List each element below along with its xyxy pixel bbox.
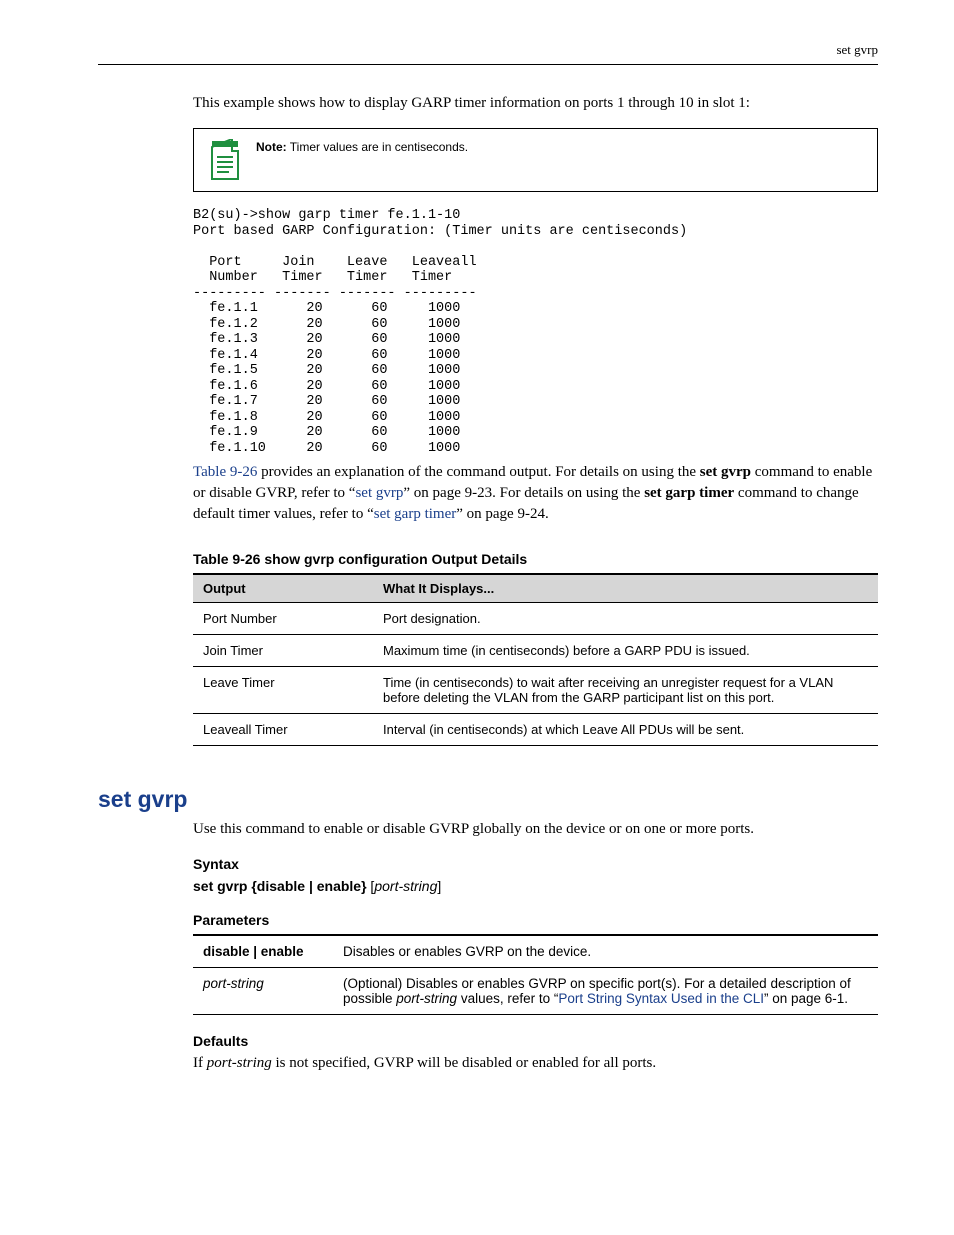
note-block: Note: Timer values are in centiseconds. [193,128,878,192]
output-table: Output What It Displays... Port NumberPo… [193,573,878,746]
defaults-paragraph: If port-string is not specified, GVRP wi… [193,1055,878,1072]
syntax-heading: Syntax [193,856,878,872]
defaults-heading: Defaults [193,1033,878,1049]
intro-paragraph: This example shows how to display GARP t… [193,93,878,114]
table-row: Leave TimerTime (in centiseconds) to wai… [193,667,878,714]
syntax-line: set gvrp {disable | enable} [port-string… [193,878,878,894]
section-heading-set-gvrp: set gvrp [98,786,878,813]
cli-output: B2(su)->show garp timer fe.1.1-10 Port b… [193,208,878,456]
table-header-output: Output [193,574,373,603]
page-header-right: set gvrp [98,42,878,58]
table-header-desc: What It Displays... [373,574,878,603]
table-row: Leaveall TimerInterval (in centiseconds)… [193,714,878,746]
table-title: Table 9-26 show gvrp configuration Outpu… [193,551,878,567]
link-set-garp-timer[interactable]: set garp timer [374,506,456,522]
param-row: disable | enable Disables or enables GVR… [193,935,878,968]
link-port-string-syntax[interactable]: Port String Syntax Used in the CLI [558,991,764,1006]
param-row: port-string (Optional) Disables or enabl… [193,968,878,1015]
after-code-paragraph: Table 9-26 provides an explanation of th… [193,462,878,525]
section-desc: Use this command to enable or disable GV… [193,821,878,838]
note-label: Note: [256,140,287,154]
note-icon [208,139,242,181]
parameters-heading: Parameters [193,912,878,928]
link-table-9-26[interactable]: Table 9-26 [193,464,257,480]
table-row: Join TimerMaximum time (in centiseconds)… [193,635,878,667]
note-text: Timer values are in centiseconds. [290,140,468,154]
link-set-gvrp[interactable]: set gvrp [355,485,403,501]
parameters-table: disable | enable Disables or enables GVR… [193,934,878,1015]
table-row: Port NumberPort designation. [193,603,878,635]
header-rule [98,64,878,65]
